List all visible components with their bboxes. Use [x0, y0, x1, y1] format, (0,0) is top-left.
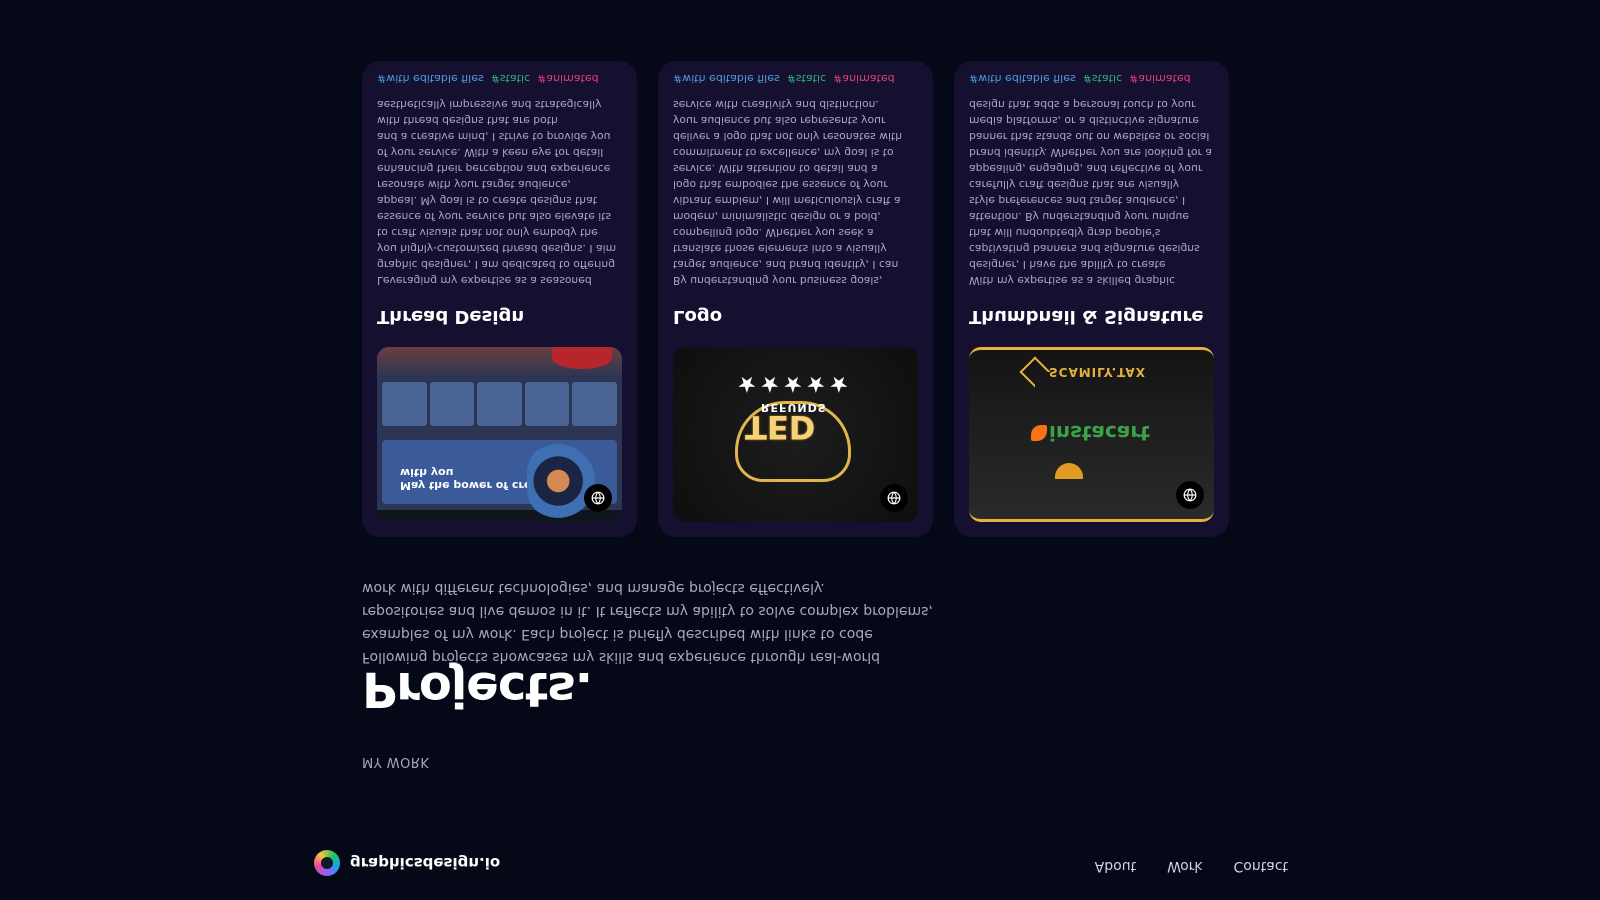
project-card-logo: TED REFUNDS ★ ★ ★ ★ ★ Logo By understand… [658, 61, 933, 537]
project-image-thumbnail-signature: instacart SCAMILY.TAX [969, 347, 1214, 522]
thumb-review-card [572, 382, 617, 426]
project-title: Logo [673, 306, 723, 327]
tag: #animated [833, 72, 895, 86]
tag: #with editable files [673, 72, 780, 86]
carrot-icon [1031, 425, 1047, 441]
nav-link-contact[interactable]: Contact [1234, 858, 1288, 874]
project-tags: #with editable files #static #animated [969, 72, 1214, 85]
project-tags: #with editable files #static #animated [673, 72, 918, 85]
thumb-review-card [524, 382, 570, 426]
star-icon: ★ [829, 371, 849, 396]
project-title: Thumbnail & Signature [969, 306, 1204, 327]
project-description: With my expertise as a skilled graphic d… [969, 98, 1212, 287]
tag: #with editable files [969, 72, 1076, 86]
star-icon: ★ [737, 371, 757, 396]
project-description: Leveraging my expertise as a seasoned gr… [377, 98, 617, 287]
globe-icon [591, 491, 605, 505]
star-icon: ★ [760, 371, 780, 396]
project-card-thread-design: May the power of creativity be with you [362, 61, 637, 537]
globe-icon [887, 491, 901, 505]
project-card-thumbnail-signature: instacart SCAMILY.TAX Thumbnail & Signat… [954, 61, 1229, 537]
thumb-review-card [382, 382, 427, 426]
logo-link[interactable]: graphicsdesign.io [314, 850, 500, 876]
project-cards: May the power of creativity be with you [362, 61, 1229, 537]
tag: #static [1082, 72, 1123, 86]
nav-link-about[interactable]: About [1095, 858, 1136, 874]
project-image-thread-design: May the power of creativity be with you [377, 347, 622, 522]
thumb-review-card [429, 382, 475, 426]
thumb-brand-text: instacart [1049, 421, 1150, 445]
nav-links: About Work Contact [1095, 858, 1288, 874]
thumb-decoration [552, 347, 612, 369]
section-subtitle: MY WORK [362, 754, 430, 769]
thumb-logo-subtext: REFUNDS [761, 401, 827, 414]
star-icon: ★ [806, 371, 826, 396]
project-image-logo: TED REFUNDS ★ ★ ★ ★ ★ [673, 347, 918, 522]
thumb-review-card [477, 382, 522, 426]
navbar: graphicsdesign.io About Work Contact [0, 830, 1600, 900]
house-icon [1019, 356, 1051, 388]
star-icon: ★ [783, 371, 803, 396]
project-tags: #with editable files #static #animated [377, 72, 622, 85]
thumb-brand-subtext: SCAMILY.TAX [1049, 365, 1146, 379]
section-intro: Following projects showcases my skills a… [362, 580, 933, 665]
nav-link-work[interactable]: Work [1167, 858, 1202, 874]
live-link-button[interactable] [880, 484, 908, 512]
logo-icon [314, 850, 340, 876]
tag: #static [490, 72, 531, 86]
section-title: Projects. [362, 661, 593, 718]
project-title: Thread Design [377, 306, 525, 327]
live-link-button[interactable] [584, 484, 612, 512]
tag: #with editable files [377, 72, 484, 86]
logo-text: graphicsdesign.io [350, 854, 501, 872]
thumb-reviews [382, 382, 617, 426]
tag: #static [786, 72, 827, 86]
live-link-button[interactable] [1176, 481, 1204, 509]
tag: #animated [1129, 72, 1191, 86]
thumb-decoration [1055, 463, 1083, 479]
globe-icon [1183, 488, 1197, 502]
page: graphicsdesign.io About Work Contact MY … [0, 0, 1600, 900]
project-description: By understanding your business goals, ta… [673, 98, 903, 287]
tag: #animated [537, 72, 599, 86]
